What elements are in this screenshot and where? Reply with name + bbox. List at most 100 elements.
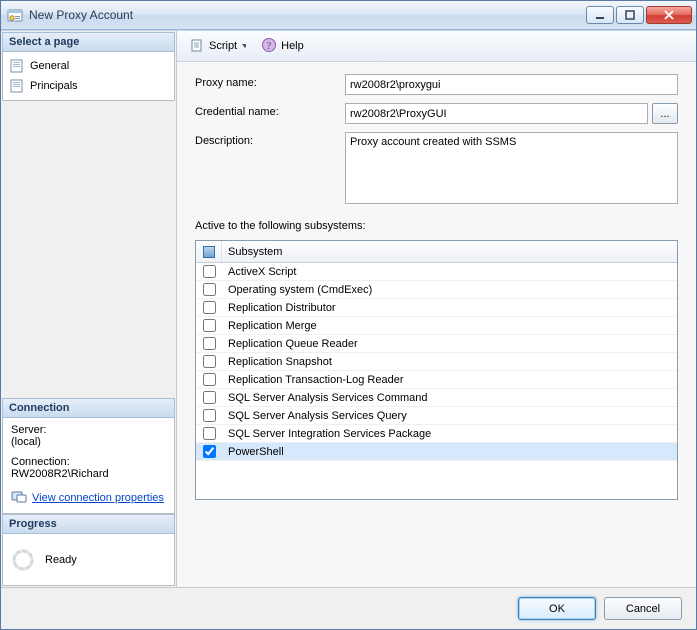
subsystem-checkbox[interactable] [203,391,216,404]
progress-status: Ready [45,554,77,566]
subsystem-checkbox-cell [196,427,222,440]
connection-label: Connection: [11,456,166,468]
dialog-footer: OK Cancel [1,587,696,629]
server-label: Server: [11,424,166,436]
connection-icon [11,488,27,507]
subsystem-row[interactable]: Replication Merge [196,317,677,335]
page-icon [9,78,25,94]
subsystem-row[interactable]: Replication Queue Reader [196,335,677,353]
subsystem-label: Replication Transaction-Log Reader [222,374,410,386]
help-icon: ? [261,37,277,56]
main-panel: Script ? Help Proxy name: [177,31,696,587]
content-area: Proxy name: Credential name: ... Descrip… [177,62,696,587]
subsystem-checkbox[interactable] [203,265,216,278]
minimize-button[interactable] [586,6,614,24]
help-label: Help [281,40,304,52]
subsystem-label: PowerShell [222,446,290,458]
grid-header-label: Subsystem [222,246,288,258]
subsystem-checkbox[interactable] [203,337,216,350]
select-all-icon [203,246,215,258]
subsystem-checkbox[interactable] [203,319,216,332]
subsystem-label: Replication Queue Reader [222,338,364,350]
sidebar-page-general[interactable]: General [5,56,172,76]
view-connection-properties-link[interactable]: View connection properties [11,488,166,507]
subsystem-label: SQL Server Integration Services Package [222,428,437,440]
subsystem-checkbox[interactable] [203,427,216,440]
subsystem-row[interactable]: Replication Transaction-Log Reader [196,371,677,389]
connection-panel: Server: (local) Connection: RW2008R2\Ric… [2,418,175,514]
select-page-header: Select a page [2,32,175,52]
subsystem-checkbox[interactable] [203,301,216,314]
script-icon [189,37,205,56]
connection-header: Connection [2,398,175,418]
subsystem-checkbox-cell [196,409,222,422]
page-icon [9,58,25,74]
subsystem-checkbox-cell [196,265,222,278]
subsystem-checkbox-cell [196,337,222,350]
app-icon [7,7,23,23]
progress-spinner-icon [11,548,35,572]
subsystem-row[interactable]: Replication Snapshot [196,353,677,371]
ok-button[interactable]: OK [518,597,596,620]
subsystem-checkbox-cell [196,445,222,458]
proxy-name-input[interactable] [345,74,678,95]
subsystem-checkbox-cell [196,301,222,314]
subsystem-checkbox[interactable] [203,445,216,458]
close-button[interactable] [646,6,692,24]
subsystem-row[interactable]: SQL Server Analysis Services Command [196,389,677,407]
subsystem-label: SQL Server Analysis Services Command [222,392,434,404]
titlebar: New Proxy Account [1,1,696,30]
description-label: Description: [195,132,345,147]
page-list: General Principals [2,52,175,101]
browse-credential-button[interactable]: ... [652,103,678,124]
proxy-name-label: Proxy name: [195,74,345,89]
subsystem-checkbox[interactable] [203,409,216,422]
subsystem-row[interactable]: SQL Server Integration Services Package [196,425,677,443]
credential-name-input[interactable] [345,103,648,124]
subsystem-label: Replication Distributor [222,302,342,314]
subsystem-checkbox-cell [196,391,222,404]
server-value: (local) [11,436,166,448]
subsystems-section-label: Active to the following subsystems: [195,220,678,232]
window-controls [586,6,692,24]
subsystem-row[interactable]: ActiveX Script [196,263,677,281]
subsystem-row[interactable]: Replication Distributor [196,299,677,317]
cancel-button[interactable]: Cancel [604,597,682,620]
dropdown-arrow-icon [241,42,246,50]
subsystem-checkbox-cell [196,373,222,386]
subsystem-checkbox[interactable] [203,373,216,386]
connection-link-text: View connection properties [32,492,164,504]
subsystem-checkbox-cell [196,319,222,332]
subsystem-checkbox-cell [196,283,222,296]
help-button[interactable]: ? Help [255,34,310,59]
description-input[interactable] [345,132,678,204]
subsystems-grid[interactable]: Subsystem ActiveX Script Operating system… [195,240,678,500]
progress-panel: Ready [2,534,175,586]
subsystem-row[interactable]: SQL Server Analysis Services Query [196,407,677,425]
sidebar-page-label: General [30,60,69,72]
script-button[interactable]: Script [183,34,252,59]
maximize-button[interactable] [616,6,644,24]
subsystem-label: SQL Server Analysis Services Query [222,410,413,422]
subsystem-label: Operating system (CmdExec) [222,284,378,296]
subsystem-row[interactable]: Operating system (CmdExec) [196,281,677,299]
dialog-body: Select a page General Principals Connect… [1,30,696,587]
sidebar-page-principals[interactable]: Principals [5,76,172,96]
sidebar: Select a page General Principals Connect… [1,31,177,587]
script-label: Script [209,40,237,52]
window-title: New Proxy Account [29,8,586,22]
subsystem-label: Replication Snapshot [222,356,338,368]
grid-header-checkbox-cell[interactable] [196,241,222,262]
svg-text:?: ? [267,41,272,52]
progress-header: Progress [2,514,175,534]
subsystem-label: Replication Merge [222,320,323,332]
subsystem-checkbox[interactable] [203,283,216,296]
subsystem-checkbox-cell [196,355,222,368]
sidebar-page-label: Principals [30,80,78,92]
connection-value: RW2008R2\Richard [11,468,166,480]
credential-name-label: Credential name: [195,103,345,118]
dialog-window: New Proxy Account Select a page G [0,0,697,630]
subsystem-row[interactable]: PowerShell [196,443,677,461]
subsystem-label: ActiveX Script [222,266,302,278]
subsystem-checkbox[interactable] [203,355,216,368]
